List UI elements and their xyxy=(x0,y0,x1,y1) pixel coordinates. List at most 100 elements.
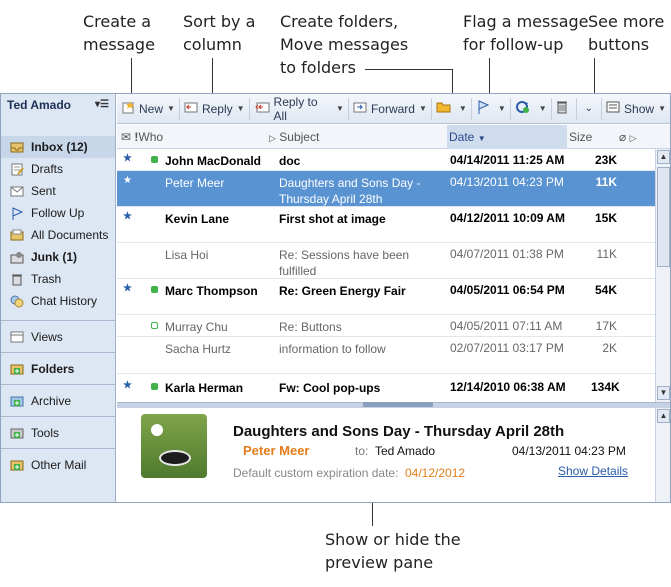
mail-app-window: Ted Amado ▾☰ Inbox (12) Drafts Sent Foll… xyxy=(0,93,671,503)
inbox-icon xyxy=(9,140,25,154)
chevron-down-icon[interactable]: ▼ xyxy=(539,104,547,113)
sidebar-section-views[interactable]: Views xyxy=(1,320,115,352)
table-row[interactable]: Sacha Hurtz information to follow 02/07/… xyxy=(117,337,655,374)
message-list: ✉ !Who ▷ Subject Date ▼ Size ⌀ ▷ ★ John … xyxy=(117,124,670,402)
sidebar-item-sent[interactable]: Sent xyxy=(1,180,115,202)
more-buttons-button[interactable]: ⌄ xyxy=(577,97,603,120)
sidebar-item-all-documents[interactable]: All Documents xyxy=(1,224,115,246)
show-details-link[interactable]: Show Details xyxy=(558,464,628,478)
table-row[interactable]: Murray Chu Re: Buttons 04/05/2011 07:11 … xyxy=(117,315,655,337)
chevron-down-icon[interactable]: ▼ xyxy=(167,104,175,113)
row-date: 04/12/2011 10:09 AM xyxy=(450,211,565,225)
flag-icon xyxy=(9,206,25,220)
row-size: 2K xyxy=(602,341,617,355)
move-to-folder-button[interactable]: ▼ xyxy=(432,97,472,120)
scroll-down-icon[interactable]: ▼ xyxy=(657,386,670,400)
chevron-down-icon[interactable]: ▼ xyxy=(459,104,467,113)
delete-button[interactable] xyxy=(552,97,577,120)
account-menu-icon[interactable]: ▾☰ xyxy=(95,99,109,110)
preview-date: 04/13/2011 04:23 PM xyxy=(512,444,626,458)
reply-button[interactable]: Reply ▼ xyxy=(180,97,250,120)
sidebar-item-inbox[interactable]: Inbox (12) xyxy=(1,136,115,158)
preview-sender[interactable]: Peter Meer xyxy=(243,443,309,458)
follow-up-flag-button[interactable]: ▼ xyxy=(472,97,511,120)
row-sender: Marc Thompson xyxy=(165,284,258,298)
column-date[interactable]: Date ▼ xyxy=(447,124,567,149)
preview-pane: Daughters and Sons Day - Thursday April … xyxy=(117,408,670,502)
attachment-icon: ⌀ xyxy=(619,129,627,144)
account-header[interactable]: Ted Amado ▾☰ xyxy=(1,94,115,116)
row-size: 15K xyxy=(594,211,617,225)
presence-icon xyxy=(151,286,158,293)
table-row[interactable]: ★ Kevin Lane First shot at image 04/12/2… xyxy=(117,207,655,243)
row-sender: Sacha Hurtz xyxy=(165,342,232,356)
table-row[interactable]: ★ Marc Thompson Re: Green Energy Fair 04… xyxy=(117,279,655,315)
column-size[interactable]: Size xyxy=(569,130,592,144)
copy-to-button[interactable]: ▼ xyxy=(511,97,552,120)
scroll-up-icon[interactable]: ▲ xyxy=(657,150,670,164)
new-button[interactable]: New ▼ xyxy=(117,97,180,120)
column-attachment-flag[interactable]: ⌀ ▷ xyxy=(619,130,637,144)
refresh-icon xyxy=(515,100,531,117)
other-mail-icon xyxy=(9,458,25,472)
chevron-down-icon[interactable]: ▼ xyxy=(237,104,245,113)
star-icon[interactable]: ★ xyxy=(123,175,132,186)
chevron-down-icon[interactable]: ▼ xyxy=(419,104,427,113)
row-size: 23K xyxy=(594,153,617,167)
row-date: 04/05/2011 07:11 AM xyxy=(450,319,563,333)
row-size: 17K xyxy=(595,319,617,333)
column-subject[interactable]: ▷ Subject xyxy=(269,130,319,144)
row-date: 04/14/2011 11:25 AM xyxy=(450,153,565,167)
sidebar-item-follow-up[interactable]: Follow Up xyxy=(1,202,115,224)
column-who[interactable]: ✉ !Who xyxy=(121,130,163,144)
reply-to-all-button[interactable]: Reply to All ▼ xyxy=(250,95,349,123)
row-sender: Kevin Lane xyxy=(165,212,230,226)
row-subject: Re: Green Energy Fair xyxy=(279,284,406,298)
star-icon[interactable]: ★ xyxy=(123,283,132,294)
star-icon[interactable]: ★ xyxy=(123,211,132,222)
views-icon xyxy=(9,330,25,344)
sidebar-section-archive[interactable]: Archive xyxy=(1,384,115,416)
sidebar-item-junk[interactable]: Junk (1) xyxy=(1,246,115,268)
preview-recipient[interactable]: Ted Amado xyxy=(375,444,435,458)
sent-icon xyxy=(9,184,25,198)
forward-icon xyxy=(353,101,367,116)
row-subject: Daughters and Sons Day - Thursday April … xyxy=(279,176,421,206)
expiration-label: Default custom expiration date: xyxy=(233,466,399,480)
table-row-selected[interactable]: ★ Peter Meer Daughters and Sons Day - Th… xyxy=(117,171,655,207)
folder-icon xyxy=(436,101,451,116)
chevron-down-icon[interactable]: ▼ xyxy=(336,104,344,113)
preview-scrollbar[interactable]: ▲ xyxy=(655,408,670,502)
show-list-icon xyxy=(606,101,620,116)
chevron-down-icon: ⌄ xyxy=(584,103,594,114)
row-sender: Lisa Hoi xyxy=(165,248,209,262)
row-subject: doc xyxy=(279,154,301,168)
show-button[interactable]: Show ▼ xyxy=(602,98,670,120)
sidebar-item-trash[interactable]: Trash xyxy=(1,268,115,290)
preview-to-label: to: xyxy=(355,444,369,458)
forward-button[interactable]: Forward ▼ xyxy=(349,97,432,120)
sidebar-section-tools[interactable]: Tools xyxy=(1,416,115,448)
table-row[interactable]: ★ Karla Herman Fw: Cool pop-ups 12/14/20… xyxy=(117,376,655,398)
reply-icon xyxy=(184,101,198,116)
table-row[interactable]: ★ John MacDonald doc 04/14/2011 11:25 AM… xyxy=(117,149,655,171)
calendar-icon xyxy=(151,322,158,329)
scrollbar-thumb[interactable] xyxy=(657,167,670,267)
row-date: 12/14/2010 06:38 AM xyxy=(450,380,566,394)
sidebar-section-folders[interactable]: Folders xyxy=(1,352,115,384)
chevron-down-icon[interactable]: ▼ xyxy=(498,104,506,113)
star-icon[interactable]: ★ xyxy=(123,153,132,164)
trash-icon xyxy=(556,100,568,117)
sidebar-item-drafts[interactable]: Drafts xyxy=(1,158,115,180)
splitter-handle[interactable] xyxy=(363,402,433,407)
message-list-scrollbar[interactable]: ▲ ▼ xyxy=(655,149,670,402)
chevron-down-icon[interactable]: ▼ xyxy=(658,104,666,113)
table-row[interactable]: Lisa Hoi Re: Sessions have been fulfille… xyxy=(117,243,655,279)
star-icon[interactable]: ★ xyxy=(123,380,132,391)
sidebar-item-chat-history[interactable]: Chat History xyxy=(1,290,115,312)
sidebar-section-other-mail[interactable]: Other Mail xyxy=(1,448,115,480)
row-size: 11K xyxy=(595,175,617,189)
flag-icon xyxy=(476,100,490,117)
scroll-up-icon[interactable]: ▲ xyxy=(657,409,670,423)
row-sender: Murray Chu xyxy=(165,320,228,334)
